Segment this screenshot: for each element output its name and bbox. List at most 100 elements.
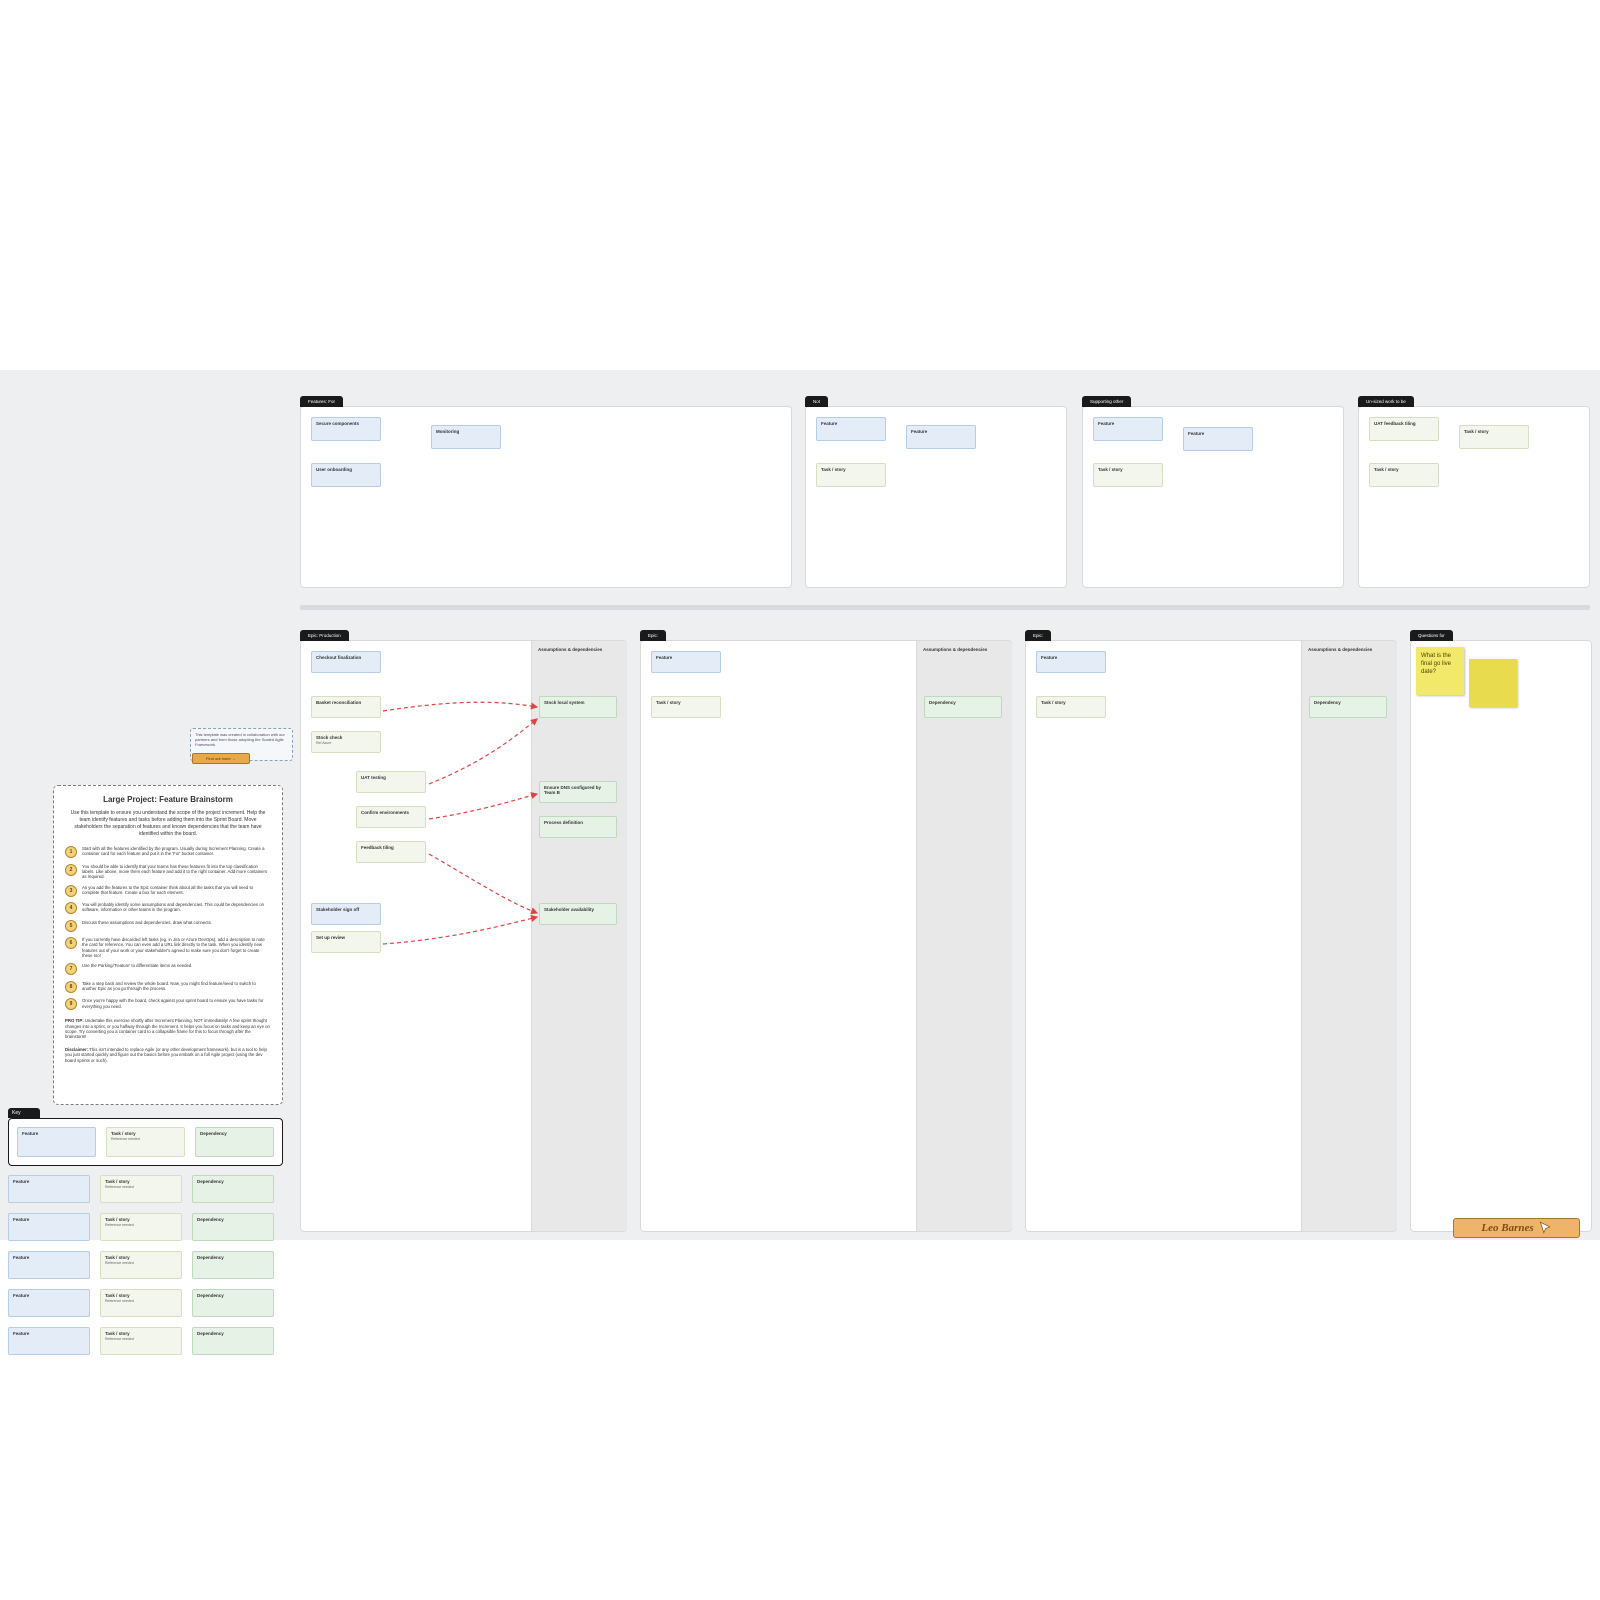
card[interactable]: Task / story xyxy=(816,463,886,487)
step-number-icon: 7 xyxy=(65,963,77,975)
card[interactable]: Task / story xyxy=(651,696,721,718)
card[interactable]: Basket reconciliation xyxy=(311,696,381,718)
card[interactable]: Feature xyxy=(816,417,886,441)
sticky-note[interactable] xyxy=(1469,659,1517,707)
bucket-tab: Supporting other xyxy=(1082,396,1131,407)
blank-feature-card[interactable]: Feature xyxy=(8,1327,90,1355)
key-feature-card[interactable]: Feature xyxy=(17,1127,96,1157)
step-text: Once you're happy with the board, check … xyxy=(82,998,271,1010)
instruction-step: 2 You should be able to identify that yo… xyxy=(65,864,271,880)
dependency-card[interactable]: Dependency xyxy=(1309,696,1387,718)
key-task-card[interactable]: Task / storyReference needed xyxy=(106,1127,185,1157)
card[interactable]: Confirm environments xyxy=(356,806,426,828)
instruction-step: 6 If you currently have discarded left t… xyxy=(65,937,271,958)
blank-feature-card[interactable]: Feature xyxy=(8,1213,90,1241)
instructions-intro: Use this template to ensure you understa… xyxy=(65,810,271,838)
sticky-note[interactable]: What is the final go live date? xyxy=(1416,647,1464,695)
instruction-step: 3 As you add the features to the Epic co… xyxy=(65,885,271,897)
instruction-step: 5 Discuss these assumptions and dependen… xyxy=(65,920,271,932)
epic-production[interactable]: Epic: Production Assumptions & dependenc… xyxy=(300,640,627,1232)
blank-dependency-card[interactable]: Dependency xyxy=(192,1289,274,1317)
step-number-icon: 3 xyxy=(65,885,77,897)
blank-task-card[interactable]: Task / storyReference needed xyxy=(100,1175,182,1203)
instructions-title: Large Project: Feature Brainstorm xyxy=(65,795,271,804)
instructions-panel: Large Project: Feature Brainstorm Use th… xyxy=(53,785,283,1105)
blank-feature-card[interactable]: Feature xyxy=(8,1175,90,1203)
epic-tab: Epic: Production xyxy=(300,630,349,641)
card[interactable]: Monitoring xyxy=(431,425,501,449)
step-number-icon: 8 xyxy=(65,981,77,993)
card[interactable]: Task / story xyxy=(1036,696,1106,718)
step-number-icon: 9 xyxy=(65,998,77,1010)
card[interactable]: Feature xyxy=(1036,651,1106,673)
card[interactable]: Secure components xyxy=(311,417,381,441)
section-divider xyxy=(300,605,1590,610)
bucket-supporting[interactable]: Supporting other FeatureFeatureTask / st… xyxy=(1082,406,1344,588)
card[interactable]: Set up review xyxy=(311,931,381,953)
card[interactable]: Feature xyxy=(906,425,976,449)
card[interactable]: Task / story xyxy=(1459,425,1529,449)
card[interactable]: Task / story xyxy=(1369,463,1439,487)
card[interactable]: Task / story xyxy=(1093,463,1163,487)
cursor-icon xyxy=(1538,1221,1552,1235)
step-text: If you currently have discarded left tas… xyxy=(82,937,271,958)
step-number-icon: 1 xyxy=(65,846,77,858)
step-number-icon: 5 xyxy=(65,920,77,932)
dependency-card[interactable]: Stakeholder availability xyxy=(539,903,617,925)
card-palette: Feature Task / storyReference needed Dep… xyxy=(8,1175,283,1365)
dependency-card[interactable]: Process definition xyxy=(539,816,617,838)
instruction-step: 1 Start with all the features identified… xyxy=(65,846,271,858)
blank-feature-card[interactable]: Feature xyxy=(8,1251,90,1279)
dependencies-header: Assumptions & dependencies xyxy=(1302,641,1397,654)
bucket-tab: Not xyxy=(805,396,828,407)
card[interactable]: Checkout finalization xyxy=(311,651,381,673)
find-out-more-button[interactable]: Find out more → xyxy=(192,753,250,764)
step-number-icon: 4 xyxy=(65,902,77,914)
step-text: Start with all the features identified b… xyxy=(82,846,271,858)
card[interactable]: Feature xyxy=(651,651,721,673)
bucket-not[interactable]: Not FeatureFeatureTask / story xyxy=(805,406,1067,588)
dependency-card[interactable]: Ensure DNS configured by Team B xyxy=(539,781,617,803)
dependencies-header: Assumptions & dependencies xyxy=(532,641,627,654)
epic-3[interactable]: Epic: Assumptions & dependencies Feature… xyxy=(1025,640,1397,1232)
dependency-card[interactable]: Stock local system xyxy=(539,696,617,718)
dependencies-header: Assumptions & dependencies xyxy=(917,641,1012,654)
blank-dependency-card[interactable]: Dependency xyxy=(192,1251,274,1279)
blank-task-card[interactable]: Task / storyReference needed xyxy=(100,1327,182,1355)
dependency-card[interactable]: Dependency xyxy=(924,696,1002,718)
epic-tab: Epic: xyxy=(640,630,666,641)
key-dependency-card[interactable]: Dependency xyxy=(195,1127,274,1157)
bucket-features-for[interactable]: Features: For Secure componentsMonitorin… xyxy=(300,406,792,588)
blank-dependency-card[interactable]: Dependency xyxy=(192,1175,274,1203)
card[interactable]: Feedback tiling xyxy=(356,841,426,863)
author-attribution: Leo Barnes xyxy=(1453,1218,1580,1238)
blank-task-card[interactable]: Task / storyReference needed xyxy=(100,1289,182,1317)
step-text: Use the Parking/'Feature' to differentia… xyxy=(82,963,192,975)
step-text: Discuss these assumptions and dependenci… xyxy=(82,920,212,932)
card[interactable]: UAT feedback tiling xyxy=(1369,417,1439,441)
card[interactable]: Stakeholder sign off xyxy=(311,903,381,925)
card[interactable]: Feature xyxy=(1093,417,1163,441)
questions-panel[interactable]: Questions for What is the final go live … xyxy=(1410,640,1592,1232)
instructions-protip: PRO TIP: Undertake this exercise shortly… xyxy=(65,1018,271,1039)
card[interactable]: UAT testing xyxy=(356,771,426,793)
instruction-step: 9 Once you're happy with the board, chec… xyxy=(65,998,271,1010)
step-text: You should be able to identify that your… xyxy=(82,864,271,880)
blank-dependency-card[interactable]: Dependency xyxy=(192,1327,274,1355)
epic-tab: Epic: xyxy=(1025,630,1051,641)
epic-2[interactable]: Epic: Assumptions & dependencies Feature… xyxy=(640,640,1012,1232)
blank-task-card[interactable]: Task / storyReference needed xyxy=(100,1213,182,1241)
blank-task-card[interactable]: Task / storyReference needed xyxy=(100,1251,182,1279)
step-number-icon: 6 xyxy=(65,937,77,949)
step-number-icon: 2 xyxy=(65,864,77,876)
bucket-unsized[interactable]: Un-sized work to be UAT feedback tilingT… xyxy=(1358,406,1590,588)
card[interactable]: Feature xyxy=(1183,427,1253,451)
instruction-step: 7 Use the Parking/'Feature' to different… xyxy=(65,963,271,975)
blank-feature-card[interactable]: Feature xyxy=(8,1289,90,1317)
card[interactable]: Stock checkRef Azure xyxy=(311,731,381,753)
blank-dependency-card[interactable]: Dependency xyxy=(192,1213,274,1241)
instruction-step: 4 You will probably identify some assump… xyxy=(65,902,271,914)
instructions-disclaimer: Disclaimer: This isn't intended to repla… xyxy=(65,1047,271,1063)
card[interactable]: User onboarding xyxy=(311,463,381,487)
key-panel: Feature Task / storyReference needed Dep… xyxy=(8,1118,283,1166)
